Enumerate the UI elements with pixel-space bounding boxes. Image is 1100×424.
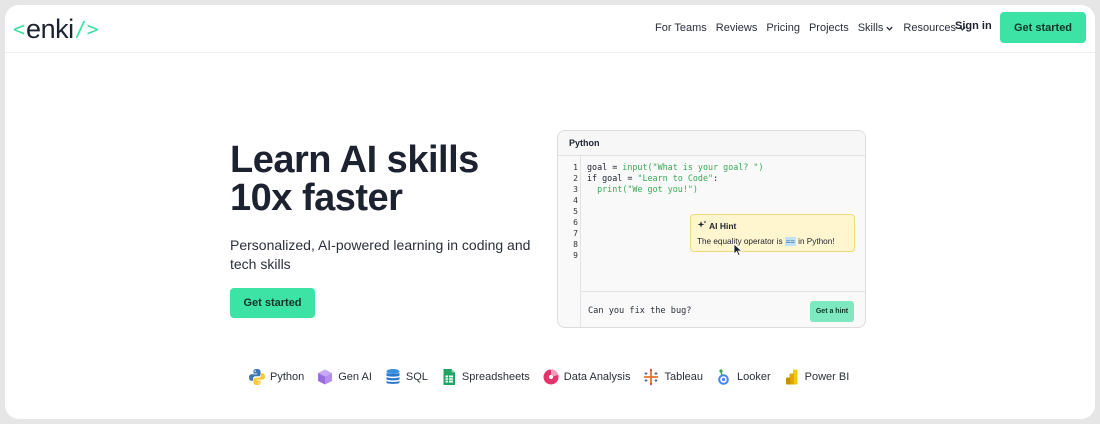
- line-number: 3: [573, 185, 578, 194]
- skill-label: Looker: [737, 371, 771, 383]
- enki-logo[interactable]: < enki />: [13, 14, 99, 44]
- code-line-2[interactable]: if goal = "Learn to Code":: [587, 173, 718, 183]
- chevron-down-icon: [886, 26, 894, 31]
- hero-title-line-1: Learn AI skills: [230, 139, 479, 181]
- nav-links: For Teams Reviews Pricing Projects Skill…: [655, 5, 967, 51]
- nav-get-started-button[interactable]: Get started: [1000, 12, 1086, 43]
- nav-link-skills[interactable]: Skills: [858, 22, 895, 34]
- tableau-icon: [644, 368, 659, 386]
- line-number: 1: [573, 163, 578, 172]
- skill-label: Tableau: [664, 371, 703, 383]
- gen-ai-cube-icon: [318, 369, 333, 385]
- hero-title-line-2: 10x faster: [230, 177, 403, 219]
- skills-list: Python Gen AI SQL Spreadsheets Data Anal…: [248, 367, 849, 387]
- skill-power-bi[interactable]: Power BI: [783, 368, 850, 386]
- mouse-pointer-icon: [733, 243, 743, 257]
- nav-link-for-teams[interactable]: For Teams: [655, 22, 707, 34]
- hero-get-started-button[interactable]: Get started: [230, 288, 315, 318]
- database-icon: [386, 369, 400, 384]
- line-number: 8: [573, 240, 578, 249]
- line-number: 9: [573, 251, 578, 260]
- ai-hint-popup: AI Hint The equality operator is == in P…: [690, 214, 855, 252]
- skill-label: Data Analysis: [563, 371, 631, 383]
- spreadsheet-icon: [443, 369, 455, 385]
- looker-icon: [718, 369, 729, 385]
- skill-spreadsheets[interactable]: Spreadsheets: [440, 368, 530, 386]
- line-number: 4: [573, 196, 578, 205]
- ai-hint-text: The equality operator is == in Python!: [697, 237, 835, 246]
- skill-label: Spreadsheets: [461, 371, 530, 383]
- line-number: 5: [573, 207, 578, 216]
- skill-looker[interactable]: Looker: [715, 368, 771, 386]
- nav-link-pricing[interactable]: Pricing: [766, 22, 800, 34]
- skill-sql[interactable]: SQL: [384, 368, 428, 386]
- code-editor-preview: Python 1 2 3 4 5 6 7 8 9 goal = input("W…: [557, 130, 866, 328]
- equality-operator-code: ==: [784, 237, 796, 246]
- top-navigation: < enki /> For Teams Reviews Pricing Proj…: [5, 5, 1095, 53]
- hero-subtitle: Personalized, AI-powered learning in cod…: [230, 237, 531, 272]
- power-bi-icon: [785, 369, 798, 385]
- editor-tab-python[interactable]: Python: [569, 138, 600, 148]
- editor-tab-bar: Python: [558, 131, 865, 156]
- skill-python[interactable]: Python: [248, 368, 304, 386]
- editor-prompt-bar: Can you fix the bug? Get a hint: [581, 291, 865, 327]
- python-icon: [249, 369, 265, 385]
- logo-left-bracket: <: [13, 17, 26, 41]
- logo-word: enki: [26, 13, 74, 44]
- skill-label: Power BI: [804, 371, 850, 383]
- skill-gen-ai[interactable]: Gen AI: [316, 368, 372, 386]
- skill-tableau[interactable]: Tableau: [642, 368, 703, 386]
- skill-data-analysis[interactable]: Data Analysis: [542, 368, 631, 386]
- skill-label: Python: [270, 371, 305, 383]
- logo-right-bracket: />: [74, 17, 99, 41]
- skill-label: SQL: [405, 371, 428, 383]
- sparkle-icon: [697, 220, 707, 228]
- browser-viewport: < enki /> For Teams Reviews Pricing Proj…: [5, 5, 1095, 419]
- line-number: 7: [573, 229, 578, 238]
- hero-title: Learn AI skills 10x faster: [230, 141, 479, 217]
- get-a-hint-button[interactable]: Get a hint: [810, 301, 854, 322]
- code-line-1[interactable]: goal = input("What is your goal? "): [587, 162, 764, 172]
- nav-link-reviews[interactable]: Reviews: [716, 22, 758, 34]
- line-number-gutter: 1 2 3 4 5 6 7 8 9: [558, 156, 581, 327]
- skill-label: Gen AI: [338, 371, 372, 383]
- code-line-3[interactable]: print("We got you!"): [587, 184, 698, 194]
- ai-hint-title: AI Hint: [709, 221, 737, 231]
- pie-chart-icon: [543, 369, 559, 385]
- line-number: 2: [573, 174, 578, 183]
- line-number: 6: [573, 218, 578, 227]
- nav-link-projects[interactable]: Projects: [809, 22, 849, 34]
- sign-in-link[interactable]: Sign in: [955, 20, 992, 32]
- bug-fix-prompt: Can you fix the bug?: [588, 306, 692, 316]
